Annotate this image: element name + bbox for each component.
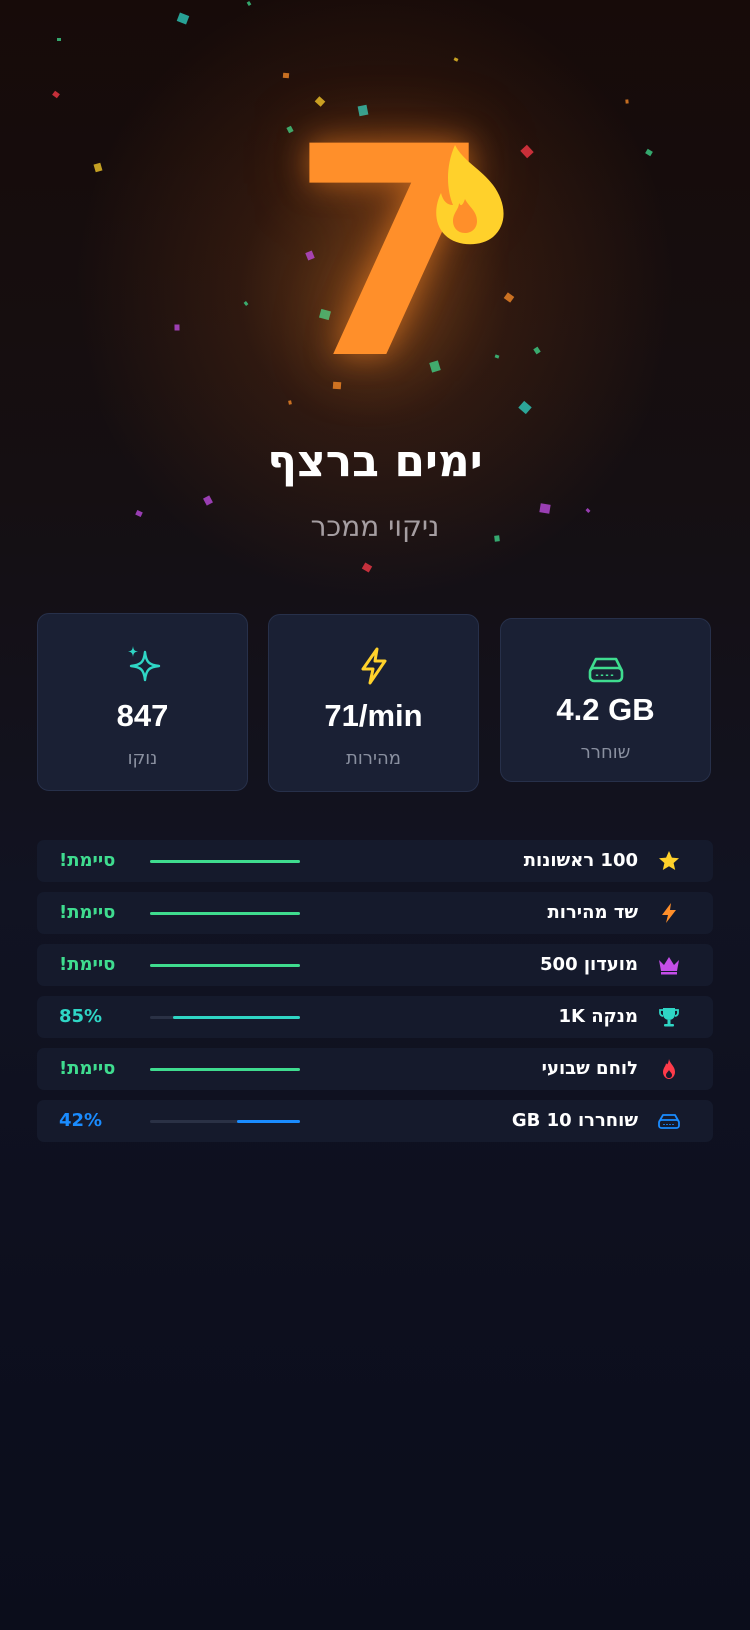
hero-section: 7 ימים ברצף ניקוי ממכר bbox=[0, 0, 750, 600]
achievement-status: 85% bbox=[59, 1006, 103, 1027]
crown-icon bbox=[657, 953, 681, 977]
achievement-name: שוחררו 10 GB bbox=[511, 1110, 638, 1131]
achievement-progress-fill bbox=[150, 964, 300, 967]
achievement-name: 100 ראשונות bbox=[523, 850, 638, 871]
stat-card-freed: 4.2 GB שוחרר bbox=[500, 618, 711, 782]
page-subtitle: ניקוי ממכר bbox=[310, 510, 440, 543]
achievement-status: !סיימת bbox=[59, 954, 116, 975]
stat-card-speed: 71/min מהירות bbox=[268, 614, 479, 792]
achievement-name: שד מהירות bbox=[547, 902, 638, 923]
achievement-row[interactable]: שוחררו 10 GB 42% bbox=[37, 1100, 713, 1142]
trophy-icon bbox=[657, 1005, 681, 1029]
achievement-progress-fill bbox=[172, 1016, 300, 1019]
stat-card-cleaned: 847 נוקו bbox=[37, 613, 248, 791]
stat-label-freed: שוחרר bbox=[580, 742, 631, 763]
stat-value-freed: 4.2 GB bbox=[556, 692, 655, 727]
achievement-row[interactable]: מנקה 1K 85% bbox=[37, 996, 713, 1038]
stat-label-cleaned: נוקו bbox=[127, 748, 158, 769]
achievement-row[interactable]: מועדון 500 !סיימת bbox=[37, 944, 713, 986]
achievement-row[interactable]: לוחם שבועי !סיימת bbox=[37, 1048, 713, 1090]
star-icon bbox=[657, 849, 681, 873]
page-title: ימים ברצף bbox=[267, 436, 483, 487]
stat-value-cleaned: 847 bbox=[116, 698, 169, 733]
achievement-name: מועדון 500 bbox=[540, 954, 638, 975]
achievement-progress-fill bbox=[237, 1120, 300, 1123]
flame-icon bbox=[657, 1057, 681, 1081]
achievement-status: !סיימת bbox=[59, 902, 116, 923]
lightning-icon bbox=[657, 901, 681, 925]
lightning-icon bbox=[269, 647, 478, 689]
achievement-progress-fill bbox=[150, 860, 300, 863]
achievement-status: 42% bbox=[59, 1110, 103, 1131]
sparkles-icon bbox=[38, 644, 247, 688]
drive-icon bbox=[501, 655, 710, 689]
achievement-progress-track bbox=[150, 1068, 300, 1071]
achievement-row[interactable]: שד מהירות !סיימת bbox=[37, 892, 713, 934]
achievement-progress-track bbox=[150, 860, 300, 863]
achievement-status: !סיימת bbox=[59, 850, 116, 871]
achievement-progress-fill bbox=[150, 912, 300, 915]
achievement-row[interactable]: 100 ראשונות !סיימת bbox=[37, 840, 713, 882]
achievement-name: לוחם שבועי bbox=[541, 1058, 638, 1079]
flame-icon bbox=[436, 145, 504, 245]
achievement-progress-track bbox=[150, 1016, 300, 1019]
stat-label-speed: מהירות bbox=[346, 748, 401, 769]
achievement-progress-track bbox=[150, 964, 300, 967]
achievement-name: מנקה 1K bbox=[558, 1006, 638, 1027]
drive-icon bbox=[657, 1109, 681, 1133]
achievement-progress-fill bbox=[150, 1068, 300, 1071]
stat-value-speed: 71/min bbox=[324, 698, 423, 733]
achievement-progress-track bbox=[150, 1120, 300, 1123]
achievement-status: !סיימת bbox=[59, 1058, 116, 1079]
stats-panel: 4.2 GB שוחרר 71/min מהירות 847 נוקו bbox=[37, 612, 713, 792]
achievement-progress-track bbox=[150, 912, 300, 915]
